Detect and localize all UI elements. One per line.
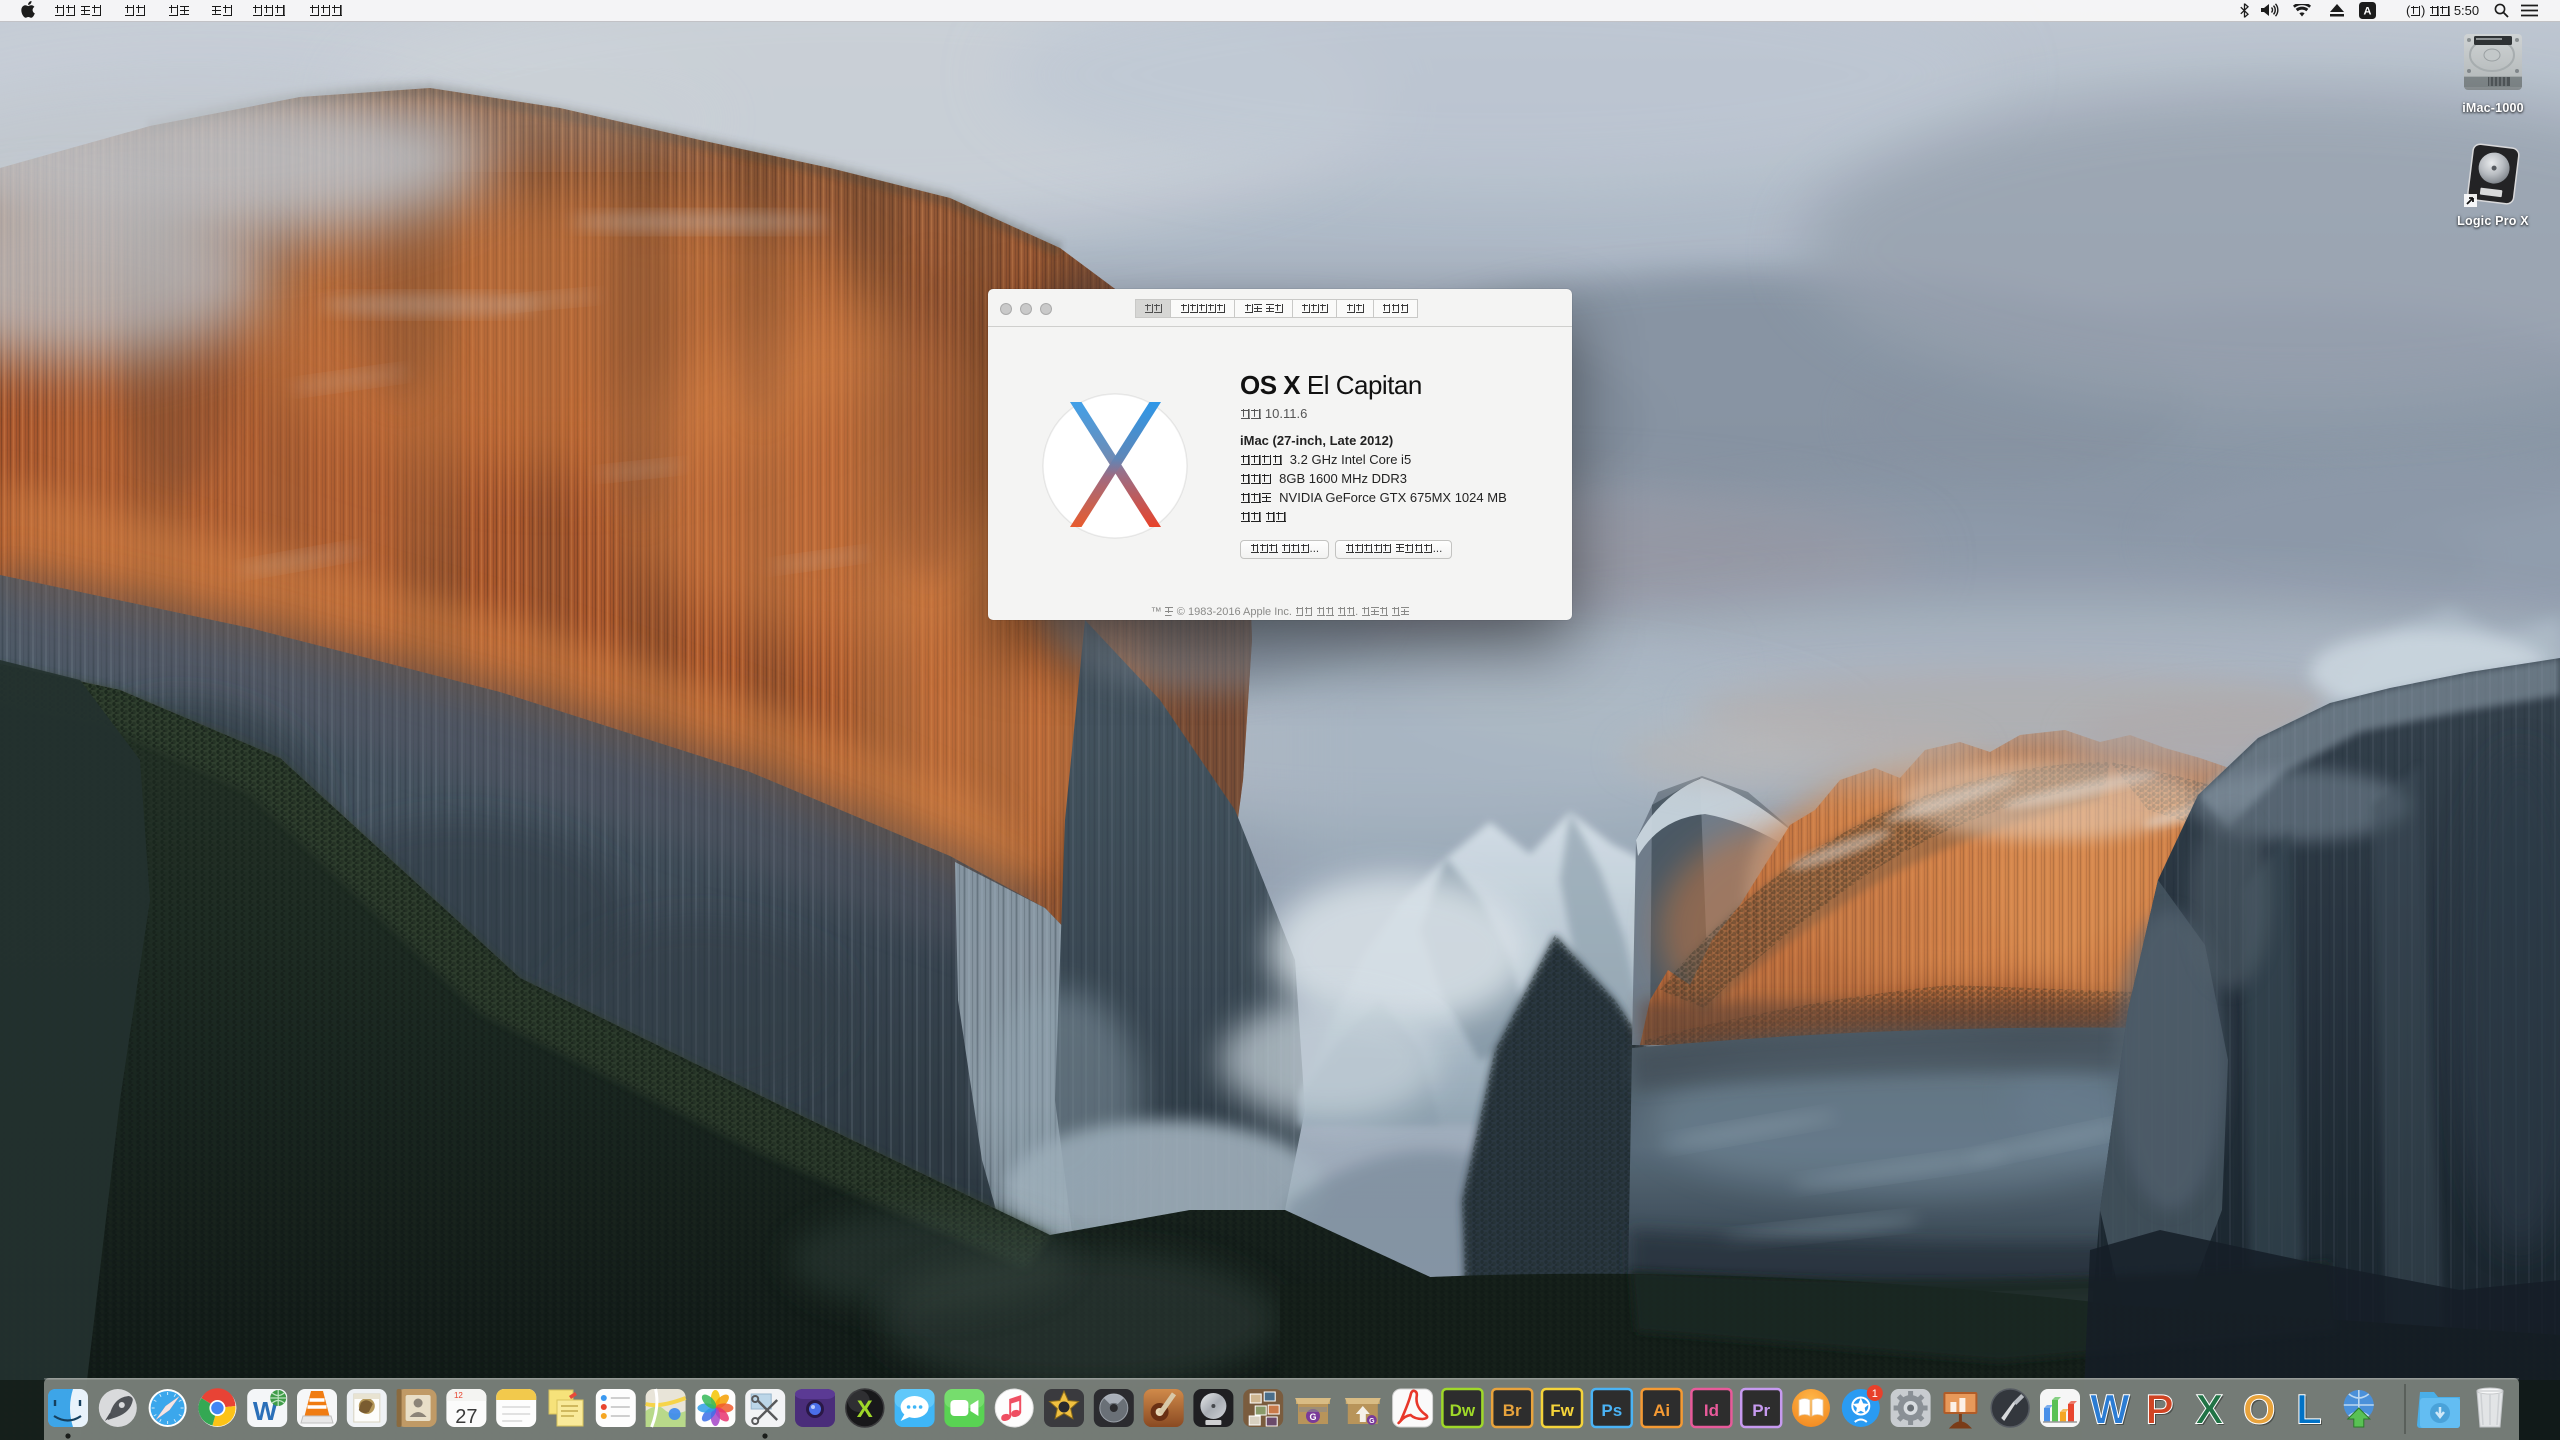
svg-text:1: 1 — [1872, 1388, 1878, 1400]
svg-text:X: X — [2195, 1386, 2223, 1433]
svg-text:Dw: Dw — [1450, 1401, 1476, 1420]
svg-text:A: A — [2364, 6, 2372, 18]
svg-text:Pr: Pr — [1752, 1401, 1770, 1420]
svg-text:Fw: Fw — [1550, 1401, 1574, 1420]
svg-text:Br: Br — [1503, 1401, 1522, 1420]
svg-text:P: P — [2146, 1386, 2174, 1433]
svg-text:L: L — [2296, 1386, 2322, 1433]
svg-text:Ai: Ai — [1653, 1401, 1670, 1420]
svg-text:W: W — [2090, 1386, 2130, 1433]
svg-text:27: 27 — [455, 1406, 477, 1428]
svg-text:G: G — [1369, 1418, 1375, 1425]
svg-text:X: X — [857, 1396, 873, 1423]
svg-text:12: 12 — [454, 1391, 463, 1400]
svg-text:Ps: Ps — [1601, 1401, 1622, 1420]
svg-text:G: G — [1309, 1412, 1316, 1422]
svg-text:O: O — [2243, 1386, 2276, 1433]
svg-text:Id: Id — [1704, 1401, 1719, 1420]
